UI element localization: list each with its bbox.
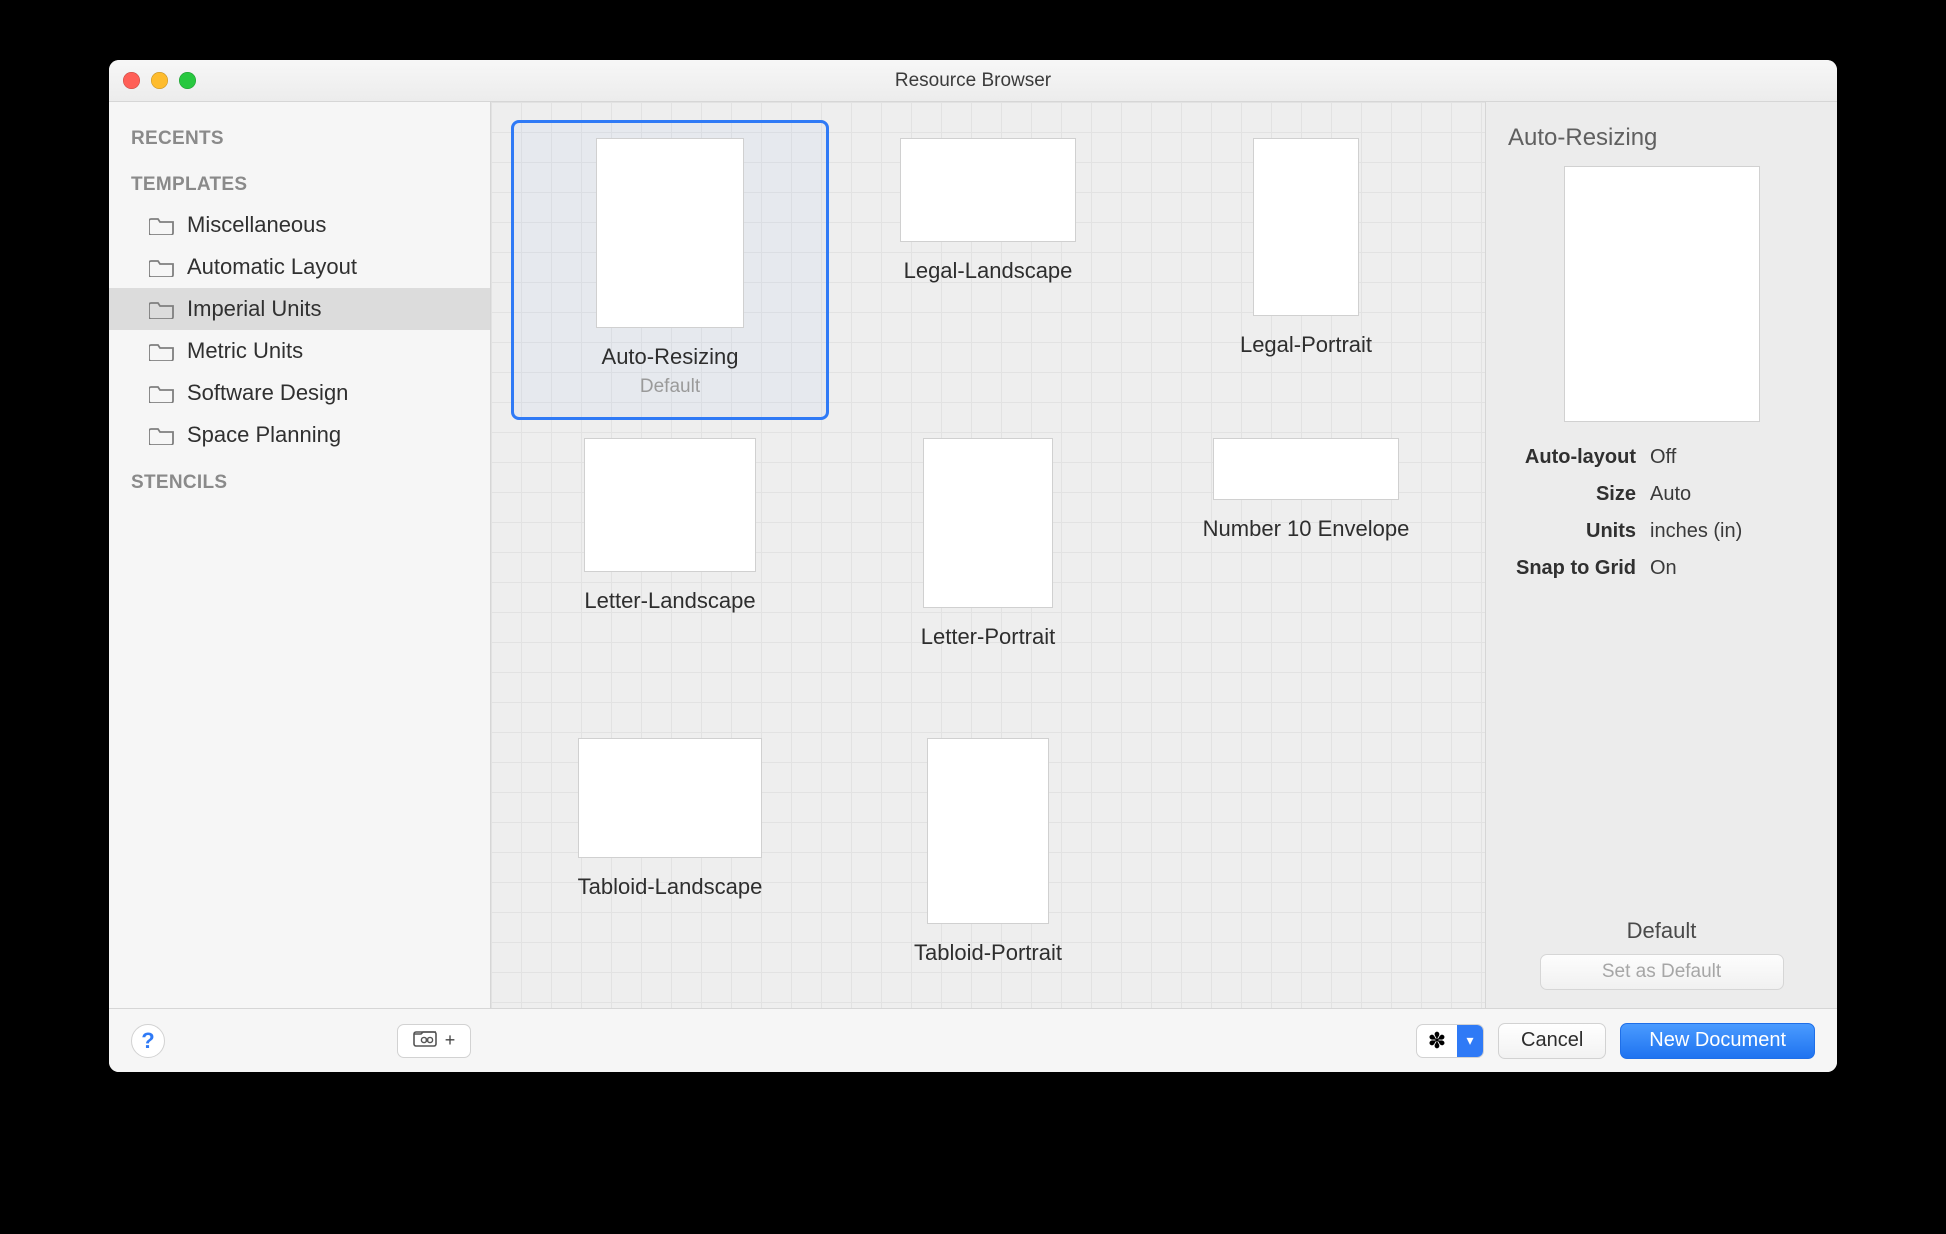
prop-units-key: Units	[1508, 520, 1636, 543]
window-body: RECENTS TEMPLATES Miscellaneous Automatic…	[109, 102, 1837, 1008]
sidebar-section-stencils[interactable]: STENCILS	[109, 456, 490, 502]
template-tile-letter-landscape[interactable]: Letter-Landscape	[511, 420, 829, 720]
cancel-button[interactable]: Cancel	[1498, 1023, 1606, 1059]
template-thumbnail	[1213, 438, 1399, 500]
sidebar-item-software-design[interactable]: Software Design	[109, 372, 490, 414]
new-document-button[interactable]: New Document	[1620, 1023, 1815, 1059]
window-controls	[109, 72, 196, 89]
template-thumbnail	[1253, 138, 1359, 316]
prop-size-val: Auto	[1650, 483, 1815, 506]
sidebar-item-label: Software Design	[187, 380, 348, 406]
titlebar: Resource Browser	[109, 60, 1837, 102]
template-tile-legal-portrait[interactable]: Legal-Portrait	[1147, 120, 1465, 420]
template-tile-tabloid-portrait[interactable]: Tabloid-Portrait	[829, 720, 1147, 1008]
template-label: Number 10 Envelope	[1203, 516, 1410, 542]
sidebar: RECENTS TEMPLATES Miscellaneous Automatic…	[109, 102, 491, 1008]
template-thumbnail	[900, 138, 1076, 242]
prop-snap-key: Snap to Grid	[1508, 557, 1636, 580]
inspector: Auto-Resizing Auto-layout Off Size Auto …	[1485, 102, 1837, 1008]
sidebar-item-miscellaneous[interactable]: Miscellaneous	[109, 204, 490, 246]
prop-autolayout-val: Off	[1650, 446, 1815, 469]
template-label: Letter-Landscape	[584, 588, 755, 614]
resource-browser-window: Resource Browser RECENTS TEMPLATES Misce…	[109, 60, 1837, 1072]
prop-autolayout-key: Auto-layout	[1508, 446, 1636, 469]
sidebar-item-metric-units[interactable]: Metric Units	[109, 330, 490, 372]
set-as-default-button[interactable]: Set as Default	[1540, 954, 1784, 990]
zoom-window-button[interactable]	[179, 72, 196, 89]
sidebar-item-label: Imperial Units	[187, 296, 321, 322]
sidebar-section-recents[interactable]: RECENTS	[109, 112, 490, 158]
template-tile-number-10-envelope[interactable]: Number 10 Envelope	[1147, 420, 1465, 720]
footer-toolbar: ? + ✽ ▾ Cancel New Document	[109, 1008, 1837, 1072]
sidebar-section-templates[interactable]: TEMPLATES	[109, 158, 490, 204]
sidebar-item-label: Automatic Layout	[187, 254, 357, 280]
template-tile-tabloid-landscape[interactable]: Tabloid-Landscape	[511, 720, 829, 1008]
sidebar-item-space-planning[interactable]: Space Planning	[109, 414, 490, 456]
prop-snap-val: On	[1650, 557, 1815, 580]
inspector-preview	[1564, 166, 1760, 422]
action-menu-button[interactable]: ✽ ▾	[1416, 1024, 1484, 1058]
minimize-window-button[interactable]	[151, 72, 168, 89]
sidebar-item-label: Metric Units	[187, 338, 303, 364]
folder-icon	[149, 215, 175, 235]
template-sublabel: Default	[640, 376, 700, 398]
template-label: Tabloid-Landscape	[578, 874, 763, 900]
inspector-properties: Auto-layout Off Size Auto Units inches (…	[1508, 446, 1815, 580]
template-tile-auto-resizing[interactable]: Auto-Resizing Default	[511, 120, 829, 420]
sidebar-item-automatic-layout[interactable]: Automatic Layout	[109, 246, 490, 288]
template-thumbnail	[923, 438, 1053, 608]
help-button[interactable]: ?	[131, 1024, 165, 1058]
folder-icon	[149, 383, 175, 403]
template-label: Letter-Portrait	[921, 624, 1056, 650]
help-icon: ?	[141, 1028, 154, 1054]
plus-icon: +	[445, 1030, 456, 1051]
folder-icon	[149, 257, 175, 277]
sidebar-item-label: Miscellaneous	[187, 212, 326, 238]
gear-icon: ✽	[1428, 1028, 1446, 1054]
folder-icon	[149, 341, 175, 361]
template-label: Legal-Landscape	[904, 258, 1073, 284]
template-gallery: Auto-Resizing Default Legal-Landscape Legal…	[491, 102, 1485, 1008]
template-label: Legal-Portrait	[1240, 332, 1372, 358]
template-thumbnail	[578, 738, 762, 858]
template-label: Auto-Resizing	[602, 344, 739, 370]
window-title: Resource Browser	[109, 70, 1837, 92]
link-folder-button[interactable]: +	[397, 1024, 471, 1058]
close-window-button[interactable]	[123, 72, 140, 89]
linked-folder-icon	[413, 1029, 441, 1052]
sidebar-item-imperial-units[interactable]: Imperial Units	[109, 288, 490, 330]
template-thumbnail	[584, 438, 756, 572]
sidebar-item-label: Space Planning	[187, 422, 341, 448]
template-label: Tabloid-Portrait	[914, 940, 1062, 966]
inspector-title: Auto-Resizing	[1508, 124, 1815, 152]
template-thumbnail	[927, 738, 1049, 924]
template-tile-legal-landscape[interactable]: Legal-Landscape	[829, 120, 1147, 420]
chevron-down-icon: ▾	[1467, 1032, 1474, 1049]
prop-units-val: inches (in)	[1650, 520, 1815, 543]
inspector-default-label: Default	[1508, 918, 1815, 944]
template-thumbnail	[596, 138, 744, 328]
prop-size-key: Size	[1508, 483, 1636, 506]
folder-icon	[149, 299, 175, 319]
template-tile-letter-portrait[interactable]: Letter-Portrait	[829, 420, 1147, 720]
folder-icon	[149, 425, 175, 445]
